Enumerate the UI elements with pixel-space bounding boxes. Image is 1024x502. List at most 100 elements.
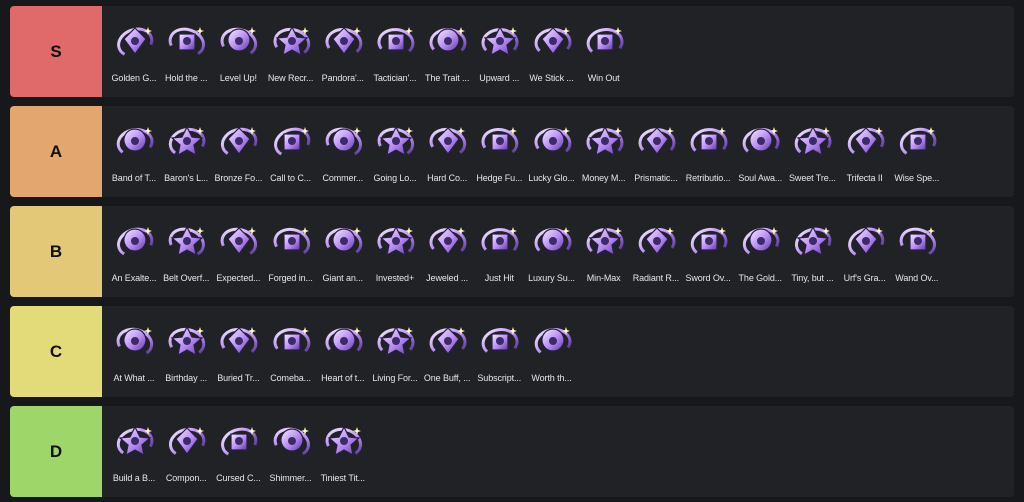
tier-item[interactable]: Urf's Gra... bbox=[839, 206, 891, 297]
soul-awakening-icon bbox=[739, 120, 783, 164]
tier-item[interactable]: Trifecta II bbox=[839, 106, 891, 197]
tier-item[interactable]: Hold the ... bbox=[160, 6, 212, 97]
tier-item[interactable]: Tactician'... bbox=[369, 6, 421, 97]
tier-item[interactable]: Bronze Fo... bbox=[212, 106, 264, 197]
tier-item[interactable]: We Stick ... bbox=[526, 6, 578, 97]
tier-item-name: Min-Max bbox=[586, 273, 621, 283]
tier-label-b: B bbox=[10, 206, 102, 297]
tier-item[interactable]: New Recr... bbox=[265, 6, 317, 97]
wand-overflow-icon bbox=[896, 220, 940, 264]
tier-row-d: D Build a B... Compon... Cursed C... Shimme… bbox=[10, 406, 1014, 497]
tier-item-name: Comeba... bbox=[270, 373, 311, 383]
tier-item[interactable]: Prismatic... bbox=[630, 106, 682, 197]
tier-item[interactable]: Golden G... bbox=[108, 6, 160, 97]
forged-icon bbox=[270, 220, 314, 264]
tier-item-name: Just Hit bbox=[484, 273, 514, 283]
tier-item[interactable]: Tiniest Tit... bbox=[317, 406, 369, 497]
tier-item[interactable]: Just Hit bbox=[473, 206, 525, 297]
tier-item[interactable]: Tiny, but ... bbox=[786, 206, 838, 297]
tier-item[interactable]: Living For... bbox=[369, 306, 421, 397]
tier-item[interactable]: Band of T... bbox=[108, 106, 160, 197]
banner-recruit-icon bbox=[270, 20, 314, 64]
tier-item[interactable]: Soul Awa... bbox=[734, 106, 786, 197]
money-monster-icon bbox=[583, 120, 627, 164]
tier-item[interactable]: Forged in... bbox=[265, 206, 317, 297]
tactician-tools-icon bbox=[374, 20, 418, 64]
tier-item-name: Radiant R... bbox=[632, 273, 680, 283]
tier-item[interactable]: Giant an... bbox=[317, 206, 369, 297]
tier-item[interactable]: Comeba... bbox=[265, 306, 317, 397]
tier-item[interactable]: Heart of t... bbox=[317, 306, 369, 397]
tier-item-name: Sword Ov... bbox=[685, 273, 731, 283]
tier-item[interactable]: Buried Tr... bbox=[212, 306, 264, 397]
tier-row-c: C At What ... Birthday ... Buried Tr... Com… bbox=[10, 306, 1014, 397]
tier-item[interactable]: One Buff, ... bbox=[421, 306, 473, 397]
tier-item[interactable]: Cursed C... bbox=[212, 406, 264, 497]
tier-item[interactable]: Level Up! bbox=[212, 6, 264, 97]
tier-item[interactable]: Sweet Tre... bbox=[786, 106, 838, 197]
expected-dice-icon bbox=[217, 220, 261, 264]
radiant-icon bbox=[635, 220, 679, 264]
tier-item[interactable]: Expected... bbox=[212, 206, 264, 297]
component-icon bbox=[165, 420, 209, 464]
tier-item[interactable]: The Trait ... bbox=[421, 6, 473, 97]
tier-item-name: Retributio... bbox=[685, 173, 731, 183]
tier-item[interactable]: Subscript... bbox=[473, 306, 525, 397]
tier-item-name: Win Out bbox=[587, 73, 620, 83]
buried-treasure-icon bbox=[217, 320, 261, 364]
at-what-cost-icon bbox=[113, 320, 157, 364]
level-up-icon bbox=[217, 20, 261, 64]
tier-item[interactable]: Wand Ov... bbox=[891, 206, 943, 297]
tier-item-name: Lucky Glo... bbox=[528, 173, 575, 183]
going-long-icon bbox=[374, 120, 418, 164]
tier-item[interactable]: Pandora'... bbox=[317, 6, 369, 97]
build-a-bud-icon bbox=[113, 420, 157, 464]
tier-item[interactable]: Call to C... bbox=[265, 106, 317, 197]
tier-item[interactable]: An Exalte... bbox=[108, 206, 160, 297]
tier-item[interactable]: Radiant R... bbox=[630, 206, 682, 297]
tier-item[interactable]: Lucky Glo... bbox=[526, 106, 578, 197]
tier-item[interactable]: Shimmer... bbox=[265, 406, 317, 497]
tier-item[interactable]: Baron's L... bbox=[160, 106, 212, 197]
shimmerscale-icon bbox=[270, 420, 314, 464]
tier-item-name: We Stick ... bbox=[529, 73, 574, 83]
tier-item[interactable]: Worth th... bbox=[526, 306, 578, 397]
tier-item[interactable]: Money M... bbox=[578, 106, 630, 197]
tier-item-name: Belt Overf... bbox=[163, 273, 210, 283]
tier-item[interactable]: Hard Co... bbox=[421, 106, 473, 197]
heart-icon bbox=[322, 320, 366, 364]
tier-item[interactable]: Win Out bbox=[578, 6, 630, 97]
tier-item-name: Luxury Su... bbox=[528, 273, 575, 283]
tier-item[interactable]: Hedge Fu... bbox=[473, 106, 525, 197]
tier-item[interactable]: Compon... bbox=[160, 406, 212, 497]
tier-item-name: Worth th... bbox=[531, 373, 572, 383]
tier-row-s: S Golden G... Hold the ... Level Up! New Re… bbox=[10, 6, 1014, 97]
tier-label-s: S bbox=[10, 6, 102, 97]
tier-item[interactable]: Belt Overf... bbox=[160, 206, 212, 297]
tier-item-name: Hard Co... bbox=[427, 173, 468, 183]
tier-item-name: Shimmer... bbox=[269, 473, 312, 483]
tier-item[interactable]: Luxury Su... bbox=[526, 206, 578, 297]
tier-item[interactable]: Commer... bbox=[317, 106, 369, 197]
tier-item[interactable]: Retributio... bbox=[682, 106, 734, 197]
tier-item-name: An Exalte... bbox=[111, 273, 157, 283]
tier-item[interactable]: Upward ... bbox=[473, 6, 525, 97]
tier-item[interactable]: Min-Max bbox=[578, 206, 630, 297]
tier-item[interactable]: Invested+ bbox=[369, 206, 421, 297]
tier-item-name: The Gold... bbox=[738, 273, 783, 283]
tier-item[interactable]: Sword Ov... bbox=[682, 206, 734, 297]
subscription-icon bbox=[478, 320, 522, 364]
tier-item[interactable]: Going Lo... bbox=[369, 106, 421, 197]
tier-item[interactable]: Birthday ... bbox=[160, 306, 212, 397]
tier-item[interactable]: The Gold... bbox=[734, 206, 786, 297]
tier-item[interactable]: Build a B... bbox=[108, 406, 160, 497]
tier-item-name: Urf's Gra... bbox=[843, 273, 886, 283]
tier-item-name: At What ... bbox=[113, 373, 155, 383]
tier-item[interactable]: Jeweled ... bbox=[421, 206, 473, 297]
luxury-icon bbox=[531, 220, 575, 264]
tier-item[interactable]: At What ... bbox=[108, 306, 160, 397]
upward-arrows-icon bbox=[478, 20, 522, 64]
hard-commit-icon bbox=[426, 120, 470, 164]
tier-item[interactable]: Wise Spe... bbox=[891, 106, 943, 197]
call-to-chaos-icon bbox=[270, 120, 314, 164]
